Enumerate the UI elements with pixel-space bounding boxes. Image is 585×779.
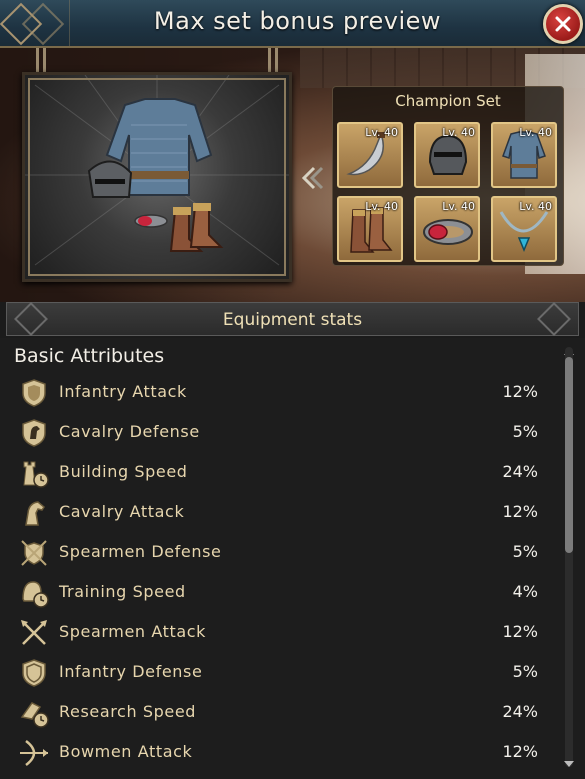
stat-row: Spearmen Attack 12% <box>0 613 560 653</box>
stat-name: Bowmen Attack <box>59 742 193 761</box>
shield-icon <box>22 379 46 407</box>
scroll-down-icon[interactable] <box>563 760 575 768</box>
stat-name: Building Speed <box>59 462 188 481</box>
tower-clock-icon <box>23 461 49 488</box>
stat-name: Spearmen Attack <box>59 622 206 641</box>
slot-level: Lv. 40 <box>365 126 398 139</box>
equipment-slot-necklace[interactable]: Lv. 40 <box>491 196 557 262</box>
corner-ornament-icon <box>0 0 70 46</box>
stat-value: 12% <box>502 742 538 761</box>
stat-row: Spearmen Defense 5% <box>0 533 560 573</box>
stat-value: 12% <box>502 382 538 401</box>
page-title: Max set bonus preview <box>153 7 442 35</box>
stat-value: 5% <box>512 422 538 441</box>
stat-value: 5% <box>512 542 538 561</box>
helmet-clock-icon <box>22 581 49 608</box>
crossed-spears-icon <box>21 620 47 645</box>
equipment-stats-header: Equipment stats <box>6 302 579 336</box>
close-icon <box>555 16 571 32</box>
bow-arrow-icon <box>20 740 48 766</box>
shield-outline-icon <box>22 659 46 687</box>
horse-head-icon <box>25 501 45 526</box>
stat-value: 24% <box>502 462 538 481</box>
stat-name: Training Speed <box>59 582 186 601</box>
equipment-slot-helmet[interactable]: Lv. 40 <box>414 122 480 188</box>
stat-value: 4% <box>512 582 538 601</box>
previous-arrow-icon[interactable] <box>300 165 324 191</box>
equipment-slot-belt[interactable]: Lv. 40 <box>414 196 480 262</box>
stat-name: Cavalry Attack <box>59 502 185 521</box>
armor-set-preview-image <box>25 74 289 266</box>
stat-row: Infantry Attack 12% <box>0 373 560 413</box>
stat-row: Cavalry Attack 12% <box>0 493 560 533</box>
equipment-stats-title: Equipment stats <box>222 310 363 330</box>
stat-row: Infantry Defense 5% <box>0 653 560 693</box>
stat-value: 24% <box>502 702 538 721</box>
section-title: Basic Attributes <box>14 345 165 367</box>
frame-hanger <box>36 48 46 72</box>
title-bar: Max set bonus preview <box>0 0 585 48</box>
slot-level: Lv. 40 <box>365 200 398 213</box>
stat-row: Research Speed 24% <box>0 693 560 733</box>
stat-name: Infantry Attack <box>59 382 187 401</box>
equipment-slot-weapon[interactable]: Lv. 40 <box>337 122 403 188</box>
research-clock-icon <box>20 702 49 728</box>
set-preview-frame <box>22 72 292 282</box>
slot-level: Lv. 40 <box>442 126 475 139</box>
close-button[interactable] <box>543 4 583 44</box>
set-name: Champion Set <box>395 92 501 110</box>
scrollbar-thumb[interactable] <box>565 357 573 553</box>
stat-name: Spearmen Defense <box>59 542 222 561</box>
slot-level: Lv. 40 <box>442 200 475 213</box>
equipment-slot-armor[interactable]: Lv. 40 <box>491 122 557 188</box>
stat-name: Infantry Defense <box>59 662 203 681</box>
horse-shield-icon <box>22 419 46 447</box>
slot-level: Lv. 40 <box>519 200 552 213</box>
slot-level: Lv. 40 <box>519 126 552 139</box>
stat-value: 12% <box>502 502 538 521</box>
stat-value: 12% <box>502 622 538 641</box>
stat-row: Bowmen Attack 12% <box>0 733 560 773</box>
stat-value: 5% <box>512 662 538 681</box>
stat-name: Research Speed <box>59 702 197 721</box>
stat-row: Training Speed 4% <box>0 573 560 613</box>
equipment-slot-boots[interactable]: Lv. 40 <box>337 196 403 262</box>
crossed-spears-shield-icon <box>21 540 47 566</box>
stat-row: Cavalry Defense 5% <box>0 413 560 453</box>
frame-hanger <box>268 48 278 72</box>
stat-name: Cavalry Defense <box>59 422 200 441</box>
stat-row: Building Speed 24% <box>0 453 560 493</box>
